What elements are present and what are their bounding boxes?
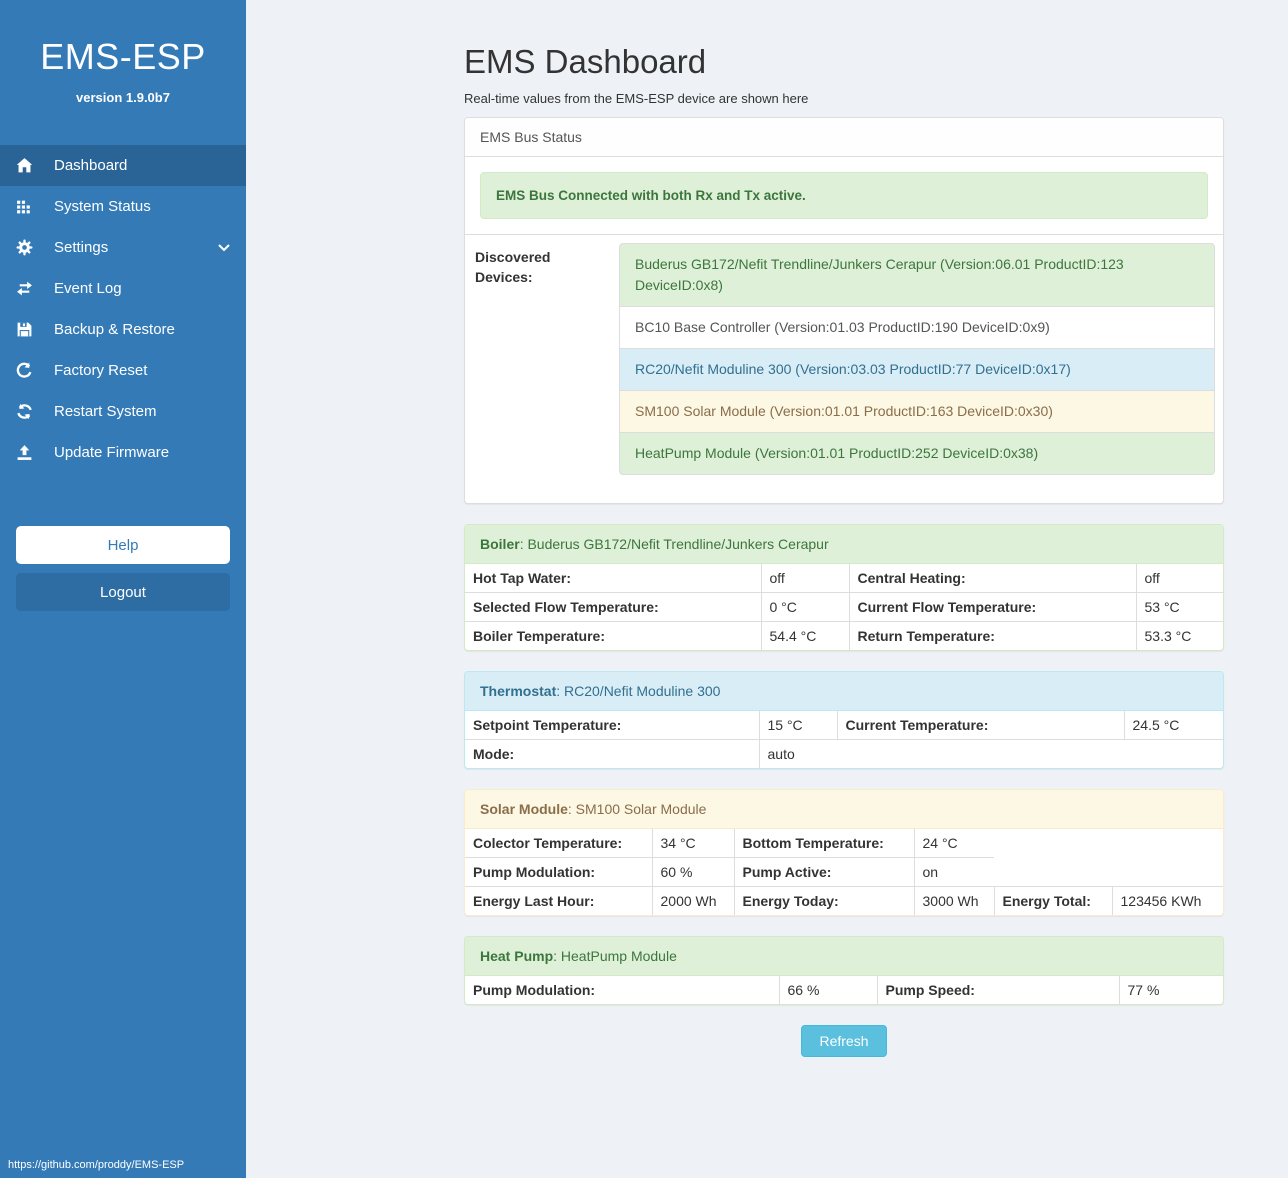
ems-bus-status-header: EMS Bus Status [465,118,1223,157]
heat-pump-panel: Heat Pump: HeatPump Module Pump Modulati… [464,936,1224,1005]
sidebar-item-label: Settings [54,239,108,256]
discovered-devices-label: Discovered Devices: [473,243,619,495]
ems-bus-status-panel: EMS Bus Status EMS Bus Connected with bo… [464,117,1224,504]
table-row: Selected Flow Temperature: 0 °C Current … [465,593,1223,622]
github-link[interactable]: https://github.com/proddy/EMS-ESP [8,1159,184,1171]
panel-title: Heat Pump [480,948,553,964]
sidebar: EMS-ESP version 1.9.0b7 Dashboard System… [0,0,246,1178]
system-status-icon [16,198,33,215]
panel-subtitle: : RC20/Nefit Moduline 300 [556,683,720,699]
sidebar-item-label: Backup & Restore [54,321,175,338]
sidebar-item-label: Factory Reset [54,362,147,379]
sidebar-item-update-firmware[interactable]: Update Firmware [0,432,246,473]
sidebar-item-label: Dashboard [54,157,127,174]
boiler-panel: Boiler: Buderus GB172/Nefit Trendline/Ju… [464,524,1224,651]
bus-connected-alert: EMS Bus Connected with both Rx and Tx ac… [480,172,1208,219]
main-content: EMS Dashboard Real-time values from the … [246,0,1288,1117]
gear-icon [16,239,33,256]
solar-module-table: Colector Temperature: 34 °C Bottom Tempe… [465,829,1223,915]
panel-title: Solar Module [480,801,568,817]
chevron-down-icon [218,244,230,252]
page-subtitle: Real-time values from the EMS-ESP device… [464,91,1224,106]
sidebar-item-label: Event Log [54,280,122,297]
brand: EMS-ESP version 1.9.0b7 [0,0,246,105]
exchange-arrows-icon [16,280,33,297]
brand-title: EMS-ESP [0,36,246,78]
sidebar-item-label: Update Firmware [54,444,169,461]
table-row: Mode: auto [465,740,1223,769]
panel-subtitle: : HeatPump Module [553,948,677,964]
thermostat-table: Setpoint Temperature: 15 °C Current Temp… [465,711,1223,768]
sidebar-item-backup-restore[interactable]: Backup & Restore [0,309,246,350]
panel-title: Boiler [480,536,520,552]
table-row: Pump Modulation: 66 % Pump Speed: 77 % [465,976,1223,1004]
device-list: Buderus GB172/Nefit Trendline/Junkers Ce… [619,243,1215,475]
sidebar-item-system-status[interactable]: System Status [0,186,246,227]
solar-module-panel-header: Solar Module: SM100 Solar Module [465,790,1223,829]
refresh-icon [16,403,33,420]
refresh-button[interactable]: Refresh [801,1025,886,1057]
upload-icon [16,444,33,461]
discovered-devices-row: Discovered Devices: Buderus GB172/Nefit … [465,234,1223,503]
sidebar-item-event-log[interactable]: Event Log [0,268,246,309]
table-row: Hot Tap Water: off Central Heating: off [465,564,1223,593]
reset-arrow-icon [16,362,33,379]
panel-subtitle: : Buderus GB172/Nefit Trendline/Junkers … [520,536,829,552]
table-row: Energy Last Hour: 2000 Wh Energy Today: … [465,887,1223,916]
sidebar-item-label: System Status [54,198,151,215]
list-item: RC20/Nefit Moduline 300 (Version:03.03 P… [619,348,1215,391]
sidebar-item-dashboard[interactable]: Dashboard [0,145,246,186]
panel-title: Thermostat [480,683,556,699]
list-item: BC10 Base Controller (Version:01.03 Prod… [619,306,1215,349]
sidebar-item-settings[interactable]: Settings [0,227,246,268]
table-row: Boiler Temperature: 54.4 °C Return Tempe… [465,622,1223,651]
thermostat-panel-header: Thermostat: RC20/Nefit Moduline 300 [465,672,1223,711]
sidebar-nav: Dashboard System Status [0,145,246,473]
table-row: Colector Temperature: 34 °C Bottom Tempe… [465,829,1223,858]
solar-module-panel: Solar Module: SM100 Solar Module Colecto… [464,789,1224,916]
boiler-panel-header: Boiler: Buderus GB172/Nefit Trendline/Ju… [465,525,1223,564]
list-item: Buderus GB172/Nefit Trendline/Junkers Ce… [619,243,1215,307]
panel-subtitle: : SM100 Solar Module [568,801,707,817]
sidebar-buttons: Help Logout [16,526,230,611]
table-row: Setpoint Temperature: 15 °C Current Temp… [465,711,1223,740]
help-button[interactable]: Help [16,526,230,564]
heat-pump-panel-header: Heat Pump: HeatPump Module [465,937,1223,976]
floppy-disk-icon [16,321,33,338]
thermostat-panel: Thermostat: RC20/Nefit Moduline 300 Setp… [464,671,1224,769]
heat-pump-table: Pump Modulation: 66 % Pump Speed: 77 % [465,976,1223,1004]
logout-button[interactable]: Logout [16,573,230,611]
ems-bus-status-body: EMS Bus Connected with both Rx and Tx ac… [465,157,1223,234]
sidebar-item-factory-reset[interactable]: Factory Reset [0,350,246,391]
boiler-table: Hot Tap Water: off Central Heating: off … [465,564,1223,650]
list-item: SM100 Solar Module (Version:01.01 Produc… [619,390,1215,433]
brand-version: version 1.9.0b7 [0,90,246,105]
list-item: HeatPump Module (Version:01.01 ProductID… [619,432,1215,475]
page-title: EMS Dashboard [464,43,1224,81]
sidebar-item-restart-system[interactable]: Restart System [0,391,246,432]
sidebar-item-label: Restart System [54,403,157,420]
home-icon [16,157,33,174]
